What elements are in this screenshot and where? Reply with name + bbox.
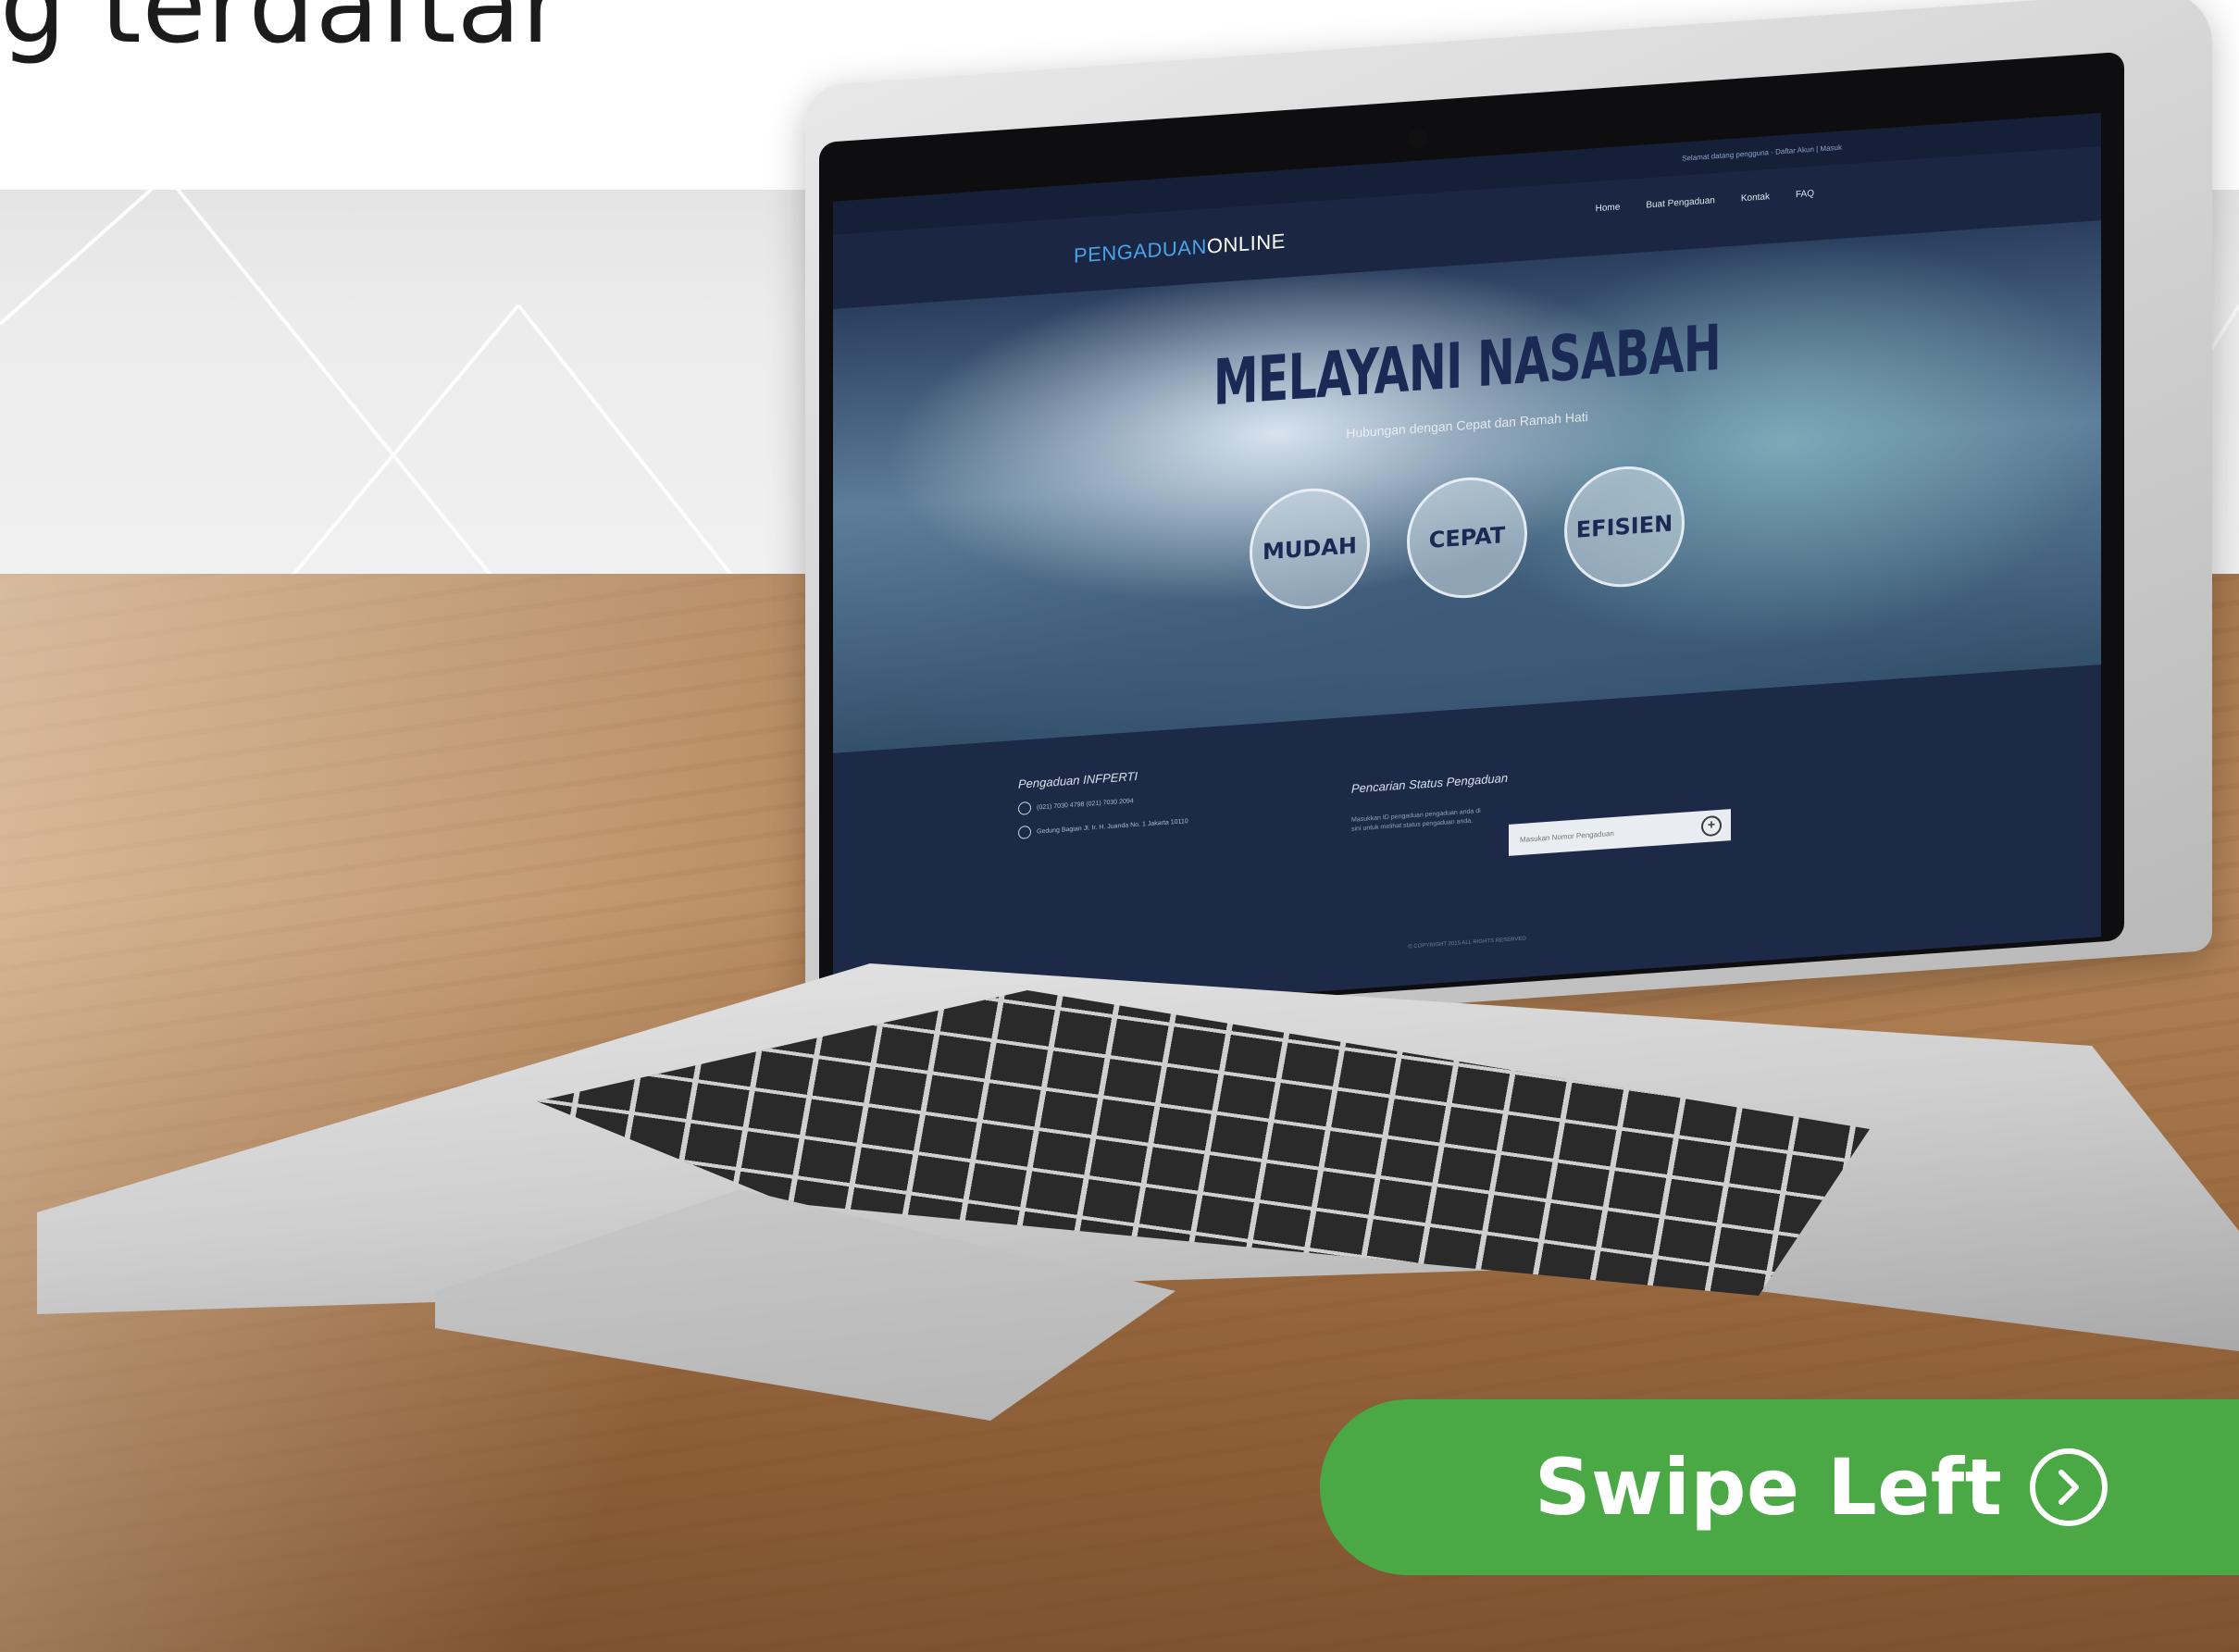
nav-menu: Home Buat Pengaduan Kontak FAQ [1596,189,1814,215]
webcam-icon [1409,130,1427,148]
status-search-input[interactable] [1518,821,1701,845]
circle-cepat: CEPAT [1407,473,1527,602]
logo-part-2: ONLINE [1206,229,1286,258]
swipe-left-button[interactable]: Swipe Left [1320,1399,2239,1575]
topbar-account-links[interactable]: Selamat datang pengguna · Daftar Akun | … [1682,143,1842,163]
feature-circles: MUDAH CEPAT EFISIEN [833,433,2101,642]
footer-search-title: Pencarian Status Pengaduan [1351,770,1509,796]
phone-icon [1018,801,1031,815]
footer-status-search: Pencarian Status Pengaduan Masukkan ID p… [1351,770,1731,856]
nav-item-buat-pengaduan[interactable]: Buat Pengaduan [1646,195,1715,210]
hero-title: MELAYANI NASABAH [1213,311,1722,421]
chevron-right-icon [2059,1470,2080,1505]
circle-mudah: MUDAH [1250,484,1370,614]
location-icon [1018,825,1031,839]
footer-contact: Pengaduan INFPERTI (021) 7030 4798 (021)… [1018,765,1188,839]
swipe-left-label: Swipe Left [1535,1442,2003,1533]
laptop-screen: Selamat datang pengguna · Daftar Akun | … [833,113,2101,1025]
nav-item-faq[interactable]: FAQ [1796,189,1814,200]
footer-phone-row: (021) 7030 4798 (021) 7030 2094 [1018,790,1188,815]
site-logo[interactable]: PENGADUANONLINE [1074,230,1286,268]
chevron-right-circle-icon [2030,1448,2108,1526]
circle-efisien: EFISIEN [1564,462,1685,591]
status-search-box: + [1509,809,1731,856]
footer-phone: (021) 7030 4798 (021) 7030 2094 [1037,797,1134,812]
nav-item-home[interactable]: Home [1596,202,1621,214]
footer-contact-title: Pengaduan INFPERTI [1018,768,1138,791]
search-submit-icon[interactable]: + [1701,814,1722,838]
hero-banner: MELAYANI NASABAH Hubungan dengan Cepat d… [833,220,2101,753]
logo-part-1: PENGADUAN [1074,234,1207,267]
footer-address: Gedung Bagian Jl. Ir. H. Juanda No. 1 Ja… [1037,817,1188,836]
footer-address-row: Gedung Bagian Jl. Ir. H. Juanda No. 1 Ja… [1018,814,1188,839]
footer-search-desc: Masukkan ID pengaduan pengaduan anda di … [1351,807,1481,833]
nav-item-kontak[interactable]: Kontak [1741,192,1770,204]
